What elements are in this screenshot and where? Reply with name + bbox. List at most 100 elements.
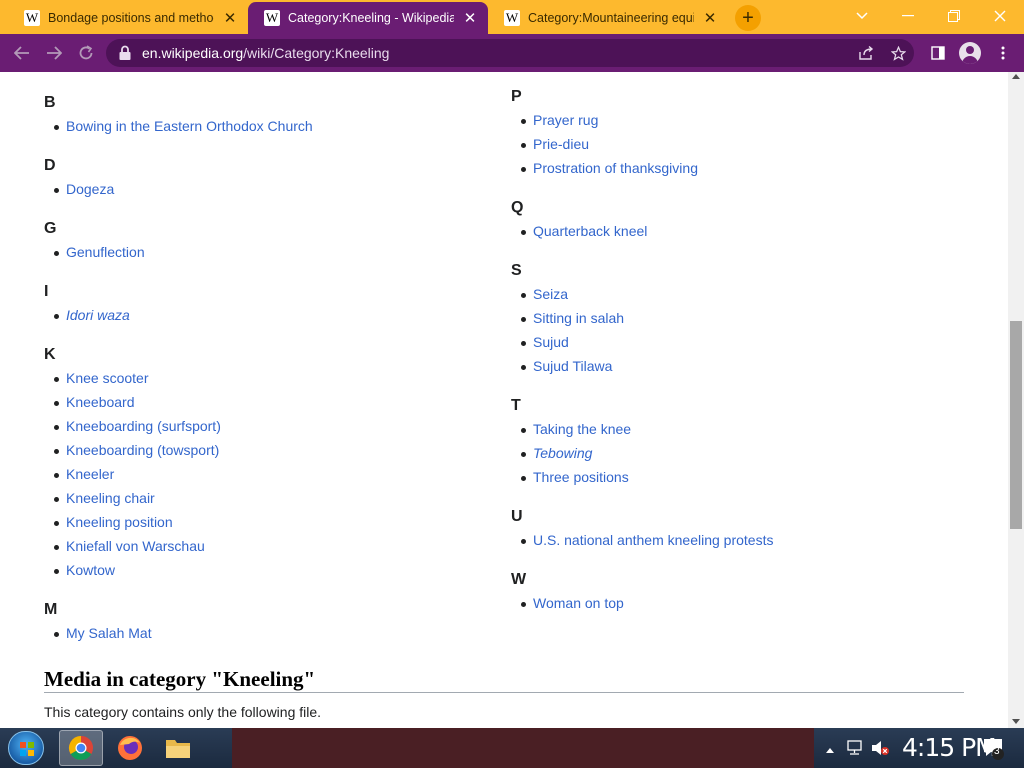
list-bullet [521, 143, 526, 148]
category-page-link[interactable]: Sitting in salah [533, 310, 624, 326]
browser-toolbar: en.wikipedia.org/wiki/Category:Kneeling [0, 34, 1024, 72]
tab-bondage-positions[interactable]: W Bondage positions and methods ✕ [8, 2, 248, 34]
list-bullet [521, 293, 526, 298]
address-bar[interactable]: en.wikipedia.org/wiki/Category:Kneeling [106, 39, 914, 67]
wikipedia-favicon-icon: W [504, 10, 520, 26]
url-host: en.wikipedia.org [142, 45, 244, 61]
list-bullet [521, 539, 526, 544]
category-page-link[interactable]: Dogeza [66, 181, 114, 197]
minimize-icon[interactable] [888, 4, 928, 28]
list-bullet [521, 317, 526, 322]
close-window-icon[interactable] [980, 4, 1020, 28]
section-letter-heading: S [511, 262, 522, 279]
category-page-link[interactable]: Kneeboard [66, 394, 135, 410]
list-bullet [54, 632, 59, 637]
scroll-thumb[interactable] [1010, 321, 1022, 529]
list-bullet [54, 473, 59, 478]
category-page-link[interactable]: Kneeling chair [66, 490, 155, 506]
tab-search-icon[interactable] [842, 4, 882, 28]
section-letter-heading: T [511, 397, 521, 414]
media-section-heading: Media in category "Kneeling" [44, 667, 316, 691]
tab-mountaineering-equipment[interactable]: W Category:Mountaineering equip ✕ [488, 2, 728, 34]
category-page-link[interactable]: Three positions [533, 469, 629, 485]
url-text[interactable]: en.wikipedia.org/wiki/Category:Kneeling [142, 45, 389, 61]
category-page-link[interactable]: Tebowing [533, 445, 592, 461]
close-tab-icon[interactable]: ✕ [220, 8, 240, 28]
category-page-link[interactable]: Genuflection [66, 244, 145, 260]
notification-count: 3 [994, 746, 1000, 757]
taskbar-file-explorer[interactable] [156, 730, 200, 766]
lock-icon[interactable] [118, 45, 132, 61]
scroll-up-arrow-icon[interactable] [1012, 74, 1020, 79]
category-page-link[interactable]: Prayer rug [533, 112, 598, 128]
category-page-link[interactable]: U.S. national anthem kneeling protests [533, 532, 773, 548]
start-button[interactable] [8, 731, 44, 765]
forward-icon[interactable] [42, 41, 66, 65]
profile-avatar-icon[interactable] [959, 42, 981, 64]
section-letter-heading: U [511, 508, 523, 525]
list-bullet [54, 125, 59, 130]
menu-kebab-icon[interactable] [992, 42, 1014, 64]
list-bullet [521, 230, 526, 235]
list-bullet [521, 365, 526, 370]
windows-logo-icon [20, 742, 34, 756]
list-bullet [54, 377, 59, 382]
category-page-link[interactable]: Prie-dieu [533, 136, 589, 152]
section-letter-heading: D [44, 157, 56, 174]
category-page-link[interactable]: Kneeling position [66, 514, 173, 530]
category-page-link[interactable]: Taking the knee [533, 421, 631, 437]
category-page-link[interactable]: My Salah Mat [66, 625, 152, 641]
action-center-icon[interactable]: 3 [982, 737, 1008, 764]
category-page-link[interactable]: Quarterback kneel [533, 223, 647, 239]
category-page-link[interactable]: Knee scooter [66, 370, 149, 386]
wikipedia-favicon-icon: W [264, 10, 280, 26]
section-letter-heading: W [511, 571, 527, 588]
volume-muted-icon[interactable] [870, 740, 890, 759]
close-tab-icon[interactable]: ✕ [460, 8, 480, 28]
media-section-description: This category contains only the followin… [44, 704, 322, 720]
page-scrollbar[interactable] [1008, 72, 1024, 728]
category-page-link[interactable]: Kneeboarding (towsport) [66, 442, 219, 458]
chrome-icon [68, 736, 93, 761]
tab-title: Category:Kneeling - Wikipedia [288, 11, 454, 25]
category-page-link[interactable]: Bowing in the Eastern Orthodox Church [66, 118, 313, 134]
wikipedia-page-content: B Bowing in the Eastern Orthodox Church D D… [0, 72, 1008, 728]
wikipedia-favicon-icon: W [24, 10, 40, 26]
network-icon[interactable] [846, 740, 864, 759]
list-bullet [521, 452, 526, 457]
category-page-link[interactable]: Kniefall von Warschau [66, 538, 205, 554]
taskbar-firefox[interactable] [108, 730, 152, 766]
side-panel-icon[interactable] [927, 42, 949, 64]
category-page-link[interactable]: Kneeboarding (surfsport) [66, 418, 221, 434]
back-icon[interactable] [10, 41, 34, 65]
category-page-link[interactable]: Prostration of thanksgiving [533, 160, 698, 176]
share-icon[interactable] [856, 43, 876, 63]
close-tab-icon[interactable]: ✕ [700, 8, 720, 28]
scroll-down-arrow-icon[interactable] [1012, 719, 1020, 724]
list-bullet [54, 545, 59, 550]
category-page-link[interactable]: Kneeler [66, 466, 114, 482]
category-page-link[interactable]: Idori waza [66, 307, 130, 323]
category-page-link[interactable]: Sujud [533, 334, 569, 350]
list-bullet [521, 602, 526, 607]
list-bullet [54, 497, 59, 502]
category-page-link[interactable]: Woman on top [533, 595, 624, 611]
taskbar-chrome[interactable] [59, 730, 103, 766]
list-bullet [521, 167, 526, 172]
list-bullet [54, 251, 59, 256]
reload-icon[interactable] [74, 41, 98, 65]
section-letter-heading: G [44, 220, 57, 237]
tab-category-kneeling[interactable]: W Category:Kneeling - Wikipedia ✕ [248, 2, 488, 34]
list-bullet [54, 188, 59, 193]
heading-divider [44, 692, 964, 693]
bookmark-star-icon[interactable] [888, 43, 908, 63]
section-letter-heading: K [44, 346, 56, 363]
new-tab-button[interactable]: + [735, 5, 761, 31]
show-hidden-icons-icon[interactable] [826, 742, 834, 756]
category-page-link[interactable]: Kowtow [66, 562, 115, 578]
category-page-link[interactable]: Sujud Tilawa [533, 358, 612, 374]
restore-icon[interactable] [934, 4, 974, 28]
category-page-link[interactable]: Seiza [533, 286, 568, 302]
folder-icon [166, 740, 190, 758]
tab-strip: W Bondage positions and methods ✕ W Cate… [0, 0, 1024, 34]
